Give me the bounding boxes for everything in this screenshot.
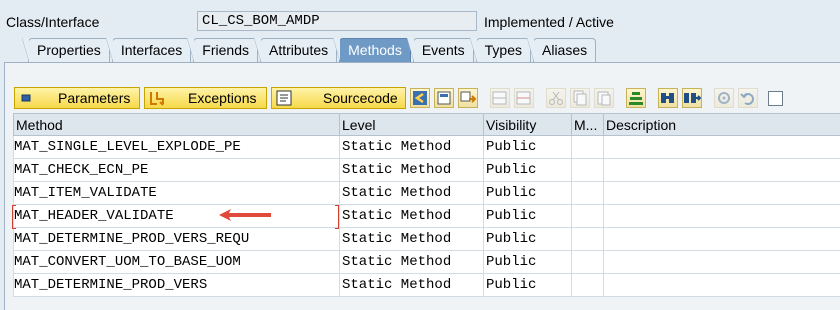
where-used-icon[interactable]: [458, 88, 478, 108]
undo-icon[interactable]: [738, 88, 758, 108]
method-cell[interactable]: MAT_CHECK_ECN_PE: [13, 158, 340, 182]
class-interface-label: Class/Interface: [6, 14, 100, 30]
parameters-label: Parameters: [58, 90, 131, 106]
visibility-cell[interactable]: Public: [483, 135, 572, 159]
sort-icon[interactable]: [626, 88, 646, 108]
m-cell[interactable]: [571, 158, 604, 182]
highlight-bracket-right: [335, 205, 339, 229]
column-level[interactable]: Level: [339, 113, 484, 136]
level-cell[interactable]: Static Method: [339, 250, 484, 274]
visibility-cell[interactable]: Public: [483, 181, 572, 205]
settings-icon[interactable]: [714, 88, 734, 108]
visibility-cell[interactable]: Public: [483, 250, 572, 274]
tab-aliases[interactable]: Aliases: [526, 38, 597, 62]
m-cell[interactable]: [571, 135, 604, 159]
description-cell[interactable]: [603, 273, 840, 297]
m-cell[interactable]: [571, 273, 604, 297]
exceptions-label: Exceptions: [188, 90, 257, 106]
table-row[interactable]: MAT_DETERMINE_PROD_VERS Static Method Pu…: [13, 273, 840, 297]
methods-table: Method Level Visibility M... Description…: [13, 113, 840, 297]
tab-methods[interactable]: Methods: [333, 38, 411, 62]
highlight-bracket-left: [12, 205, 16, 229]
tab-events[interactable]: Events: [406, 38, 474, 62]
table-row[interactable]: MAT_SINGLE_LEVEL_EXPLODE_PE Static Metho…: [13, 135, 840, 159]
m-cell[interactable]: [571, 181, 604, 205]
description-cell[interactable]: [603, 158, 840, 182]
cut-icon[interactable]: [546, 88, 566, 108]
sourcecode-icon: [275, 89, 293, 107]
table-row[interactable]: MAT_ITEM_VALIDATE Static Method Public: [13, 181, 840, 205]
tab-types[interactable]: Types: [469, 38, 531, 62]
tab-attributes[interactable]: Attributes: [253, 38, 338, 62]
class-status: Implemented / Active: [484, 14, 614, 30]
tab-properties[interactable]: Properties: [22, 38, 110, 62]
parameters-button[interactable]: Parameters: [14, 87, 140, 109]
description-cell[interactable]: [603, 204, 840, 228]
tab-friends[interactable]: Friends: [187, 38, 258, 62]
delete-row-icon[interactable]: [514, 88, 534, 108]
method-cell[interactable]: MAT_DETERMINE_PROD_VERS: [13, 273, 340, 297]
visibility-cell[interactable]: Public: [483, 204, 572, 228]
insert-row-icon[interactable]: [490, 88, 510, 108]
tab-interfaces[interactable]: Interfaces: [105, 38, 192, 62]
find-next-icon[interactable]: [682, 88, 702, 108]
column-visibility[interactable]: Visibility: [483, 113, 572, 136]
exceptions-button[interactable]: Exceptions: [144, 87, 267, 109]
annotation-arrow-icon: [219, 209, 271, 221]
table-row[interactable]: MAT_CHECK_ECN_PE Static Method Public: [13, 158, 840, 182]
class-header: Class/Interface CL_CS_BOM_AMDP Implement…: [0, 8, 840, 34]
exceptions-icon: [148, 89, 166, 107]
level-cell[interactable]: Static Method: [339, 181, 484, 205]
visibility-cell[interactable]: Public: [483, 227, 572, 251]
table-row[interactable]: MAT_CONVERT_UOM_TO_BASE_UOM Static Metho…: [13, 250, 840, 274]
m-cell[interactable]: [571, 227, 604, 251]
method-cell[interactable]: MAT_ITEM_VALIDATE: [13, 181, 340, 205]
table-header-row: Method Level Visibility M... Description: [13, 113, 840, 136]
tab-strip: Properties Interfaces Friends Attributes…: [22, 38, 598, 62]
option-checkbox[interactable]: [768, 90, 783, 106]
sourcecode-label: Sourcecode: [323, 90, 398, 106]
method-cell[interactable]: MAT_CONVERT_UOM_TO_BASE_UOM: [13, 250, 340, 274]
level-cell[interactable]: Static Method: [339, 204, 484, 228]
visibility-cell[interactable]: Public: [483, 158, 572, 182]
level-cell[interactable]: Static Method: [339, 273, 484, 297]
m-cell[interactable]: [571, 250, 604, 274]
class-name-field[interactable]: CL_CS_BOM_AMDP: [197, 11, 477, 31]
column-description[interactable]: Description: [603, 113, 840, 136]
level-cell[interactable]: Static Method: [339, 158, 484, 182]
table-row[interactable]: MAT_DETERMINE_PROD_VERS_REQU Static Meth…: [13, 227, 840, 251]
paste-icon[interactable]: [594, 88, 614, 108]
description-cell[interactable]: [603, 250, 840, 274]
method-cell[interactable]: MAT_HEADER_VALIDATE: [13, 204, 340, 228]
display-object-icon[interactable]: [434, 88, 454, 108]
description-cell[interactable]: [603, 181, 840, 205]
column-method[interactable]: Method: [13, 113, 340, 136]
description-cell[interactable]: [603, 135, 840, 159]
find-icon[interactable]: [658, 88, 678, 108]
navigate-back-icon[interactable]: [410, 88, 430, 108]
sourcecode-button[interactable]: Sourcecode: [271, 87, 406, 109]
table-row[interactable]: MAT_HEADER_VALIDATE Static Method Public: [13, 204, 840, 228]
m-cell[interactable]: [571, 204, 604, 228]
parameters-icon: [18, 89, 36, 107]
column-m[interactable]: M...: [571, 113, 604, 136]
copy-icon[interactable]: [570, 88, 590, 108]
visibility-cell[interactable]: Public: [483, 273, 572, 297]
method-cell[interactable]: MAT_SINGLE_LEVEL_EXPLODE_PE: [13, 135, 340, 159]
description-cell[interactable]: [603, 227, 840, 251]
level-cell[interactable]: Static Method: [339, 227, 484, 251]
method-cell[interactable]: MAT_DETERMINE_PROD_VERS_REQU: [13, 227, 340, 251]
methods-toolbar: Parameters Exceptions Sourcecode: [14, 87, 783, 109]
level-cell[interactable]: Static Method: [339, 135, 484, 159]
